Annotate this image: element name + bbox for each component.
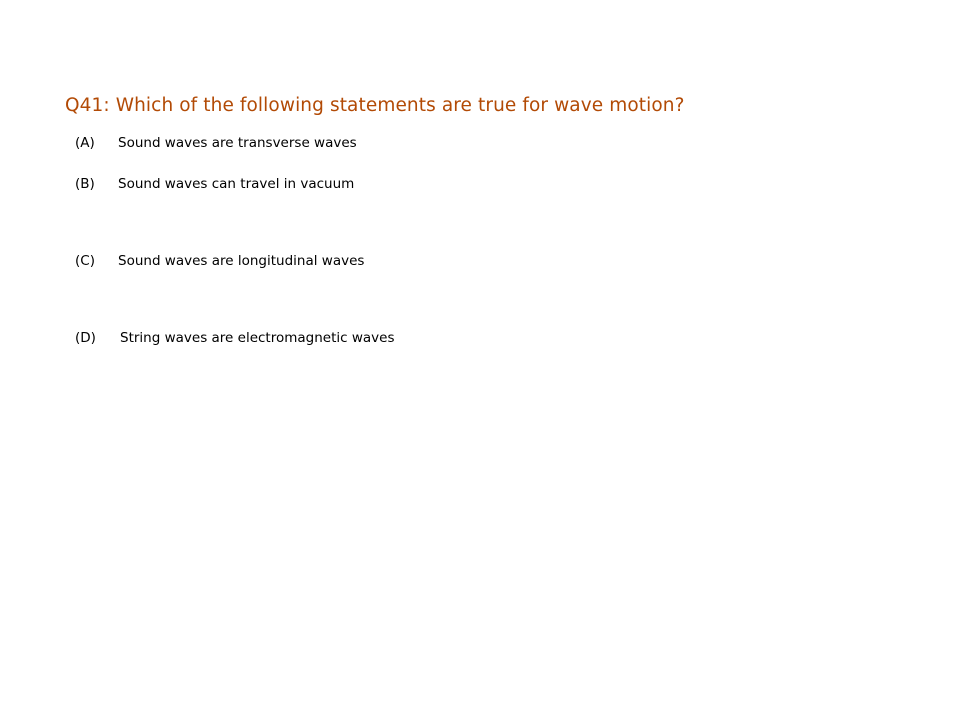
option-d-text: String waves are electromagnetic waves	[120, 330, 395, 346]
option-d: (D) String waves are electromagnetic wave…	[75, 330, 394, 346]
option-b-letter: (B)	[75, 176, 95, 192]
quiz-slide: Q41: Which of the following statements a…	[0, 0, 960, 719]
option-a-letter: (A)	[75, 135, 95, 151]
option-a-text: Sound waves are transverse waves	[118, 135, 357, 151]
option-c-text: Sound waves are longitudinal waves	[118, 253, 365, 269]
option-d-letter: (D)	[75, 330, 96, 346]
option-b: (B) Sound waves can travel in vacuum	[75, 176, 354, 192]
option-c-letter: (C)	[75, 253, 95, 269]
option-c: (C) Sound waves are longitudinal waves	[75, 253, 364, 269]
question-text: Q41: Which of the following statements a…	[65, 95, 685, 116]
option-a: (A) Sound waves are transverse waves	[75, 135, 357, 151]
option-b-text: Sound waves can travel in vacuum	[118, 176, 355, 192]
